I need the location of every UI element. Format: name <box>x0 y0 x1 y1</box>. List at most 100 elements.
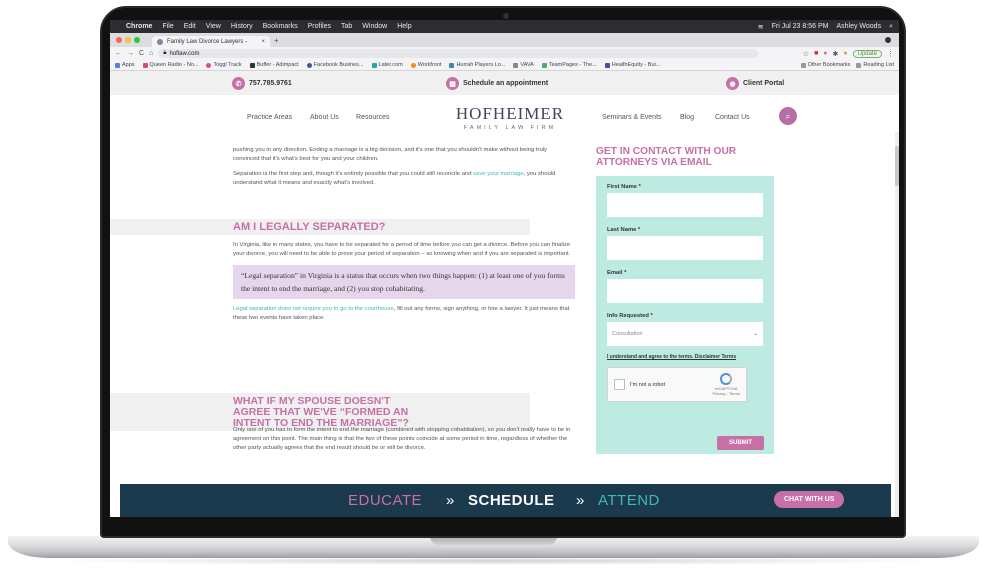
menu-edit[interactable]: Edit <box>184 23 196 30</box>
close-window-button[interactable] <box>116 37 122 43</box>
nav-practice-areas[interactable]: Practice Areas <box>247 114 292 121</box>
menu-profiles[interactable]: Profiles <box>308 23 331 30</box>
bookmark-label: TeamPages - The... <box>548 62 597 68</box>
terms-link[interactable]: I understand and agree to the terms. Dis… <box>607 354 763 360</box>
bookmark-label: Other Bookmarks <box>807 62 851 68</box>
save-marriage-link[interactable]: save your marriage <box>473 171 523 177</box>
bookmark-label: HealthEquity - Bui... <box>611 62 661 68</box>
search-button[interactable]: ⌕ <box>779 107 797 125</box>
bookmark-star-icon[interactable]: ☆ <box>803 50 809 58</box>
scrollbar-thumb[interactable] <box>895 146 899 186</box>
address-bar: ← → C ⌂ 🔒︎ hoflaw.com ☆ ■ ● ✱ ● Update ⋮ <box>110 47 899 60</box>
datetime[interactable]: Fri Jul 23 8:56 PM <box>772 23 829 31</box>
cta-schedule[interactable]: SCHEDULE <box>468 492 555 509</box>
scrollbar[interactable] <box>895 132 899 517</box>
bookmark-item[interactable]: Hurrah Players Lo... <box>449 62 505 68</box>
top-contact-strip: ✆ 757.785.9761 ▦ Schedule an appointment… <box>110 71 899 95</box>
maximize-window-button[interactable] <box>134 37 140 43</box>
avatar[interactable]: ● <box>843 50 847 57</box>
schedule-link[interactable]: ▦ Schedule an appointment <box>446 77 548 90</box>
bookmark-icon <box>371 62 377 68</box>
bookmark-item[interactable]: Queen Radio - No... <box>142 62 198 68</box>
reading-list[interactable]: Reading List <box>856 62 894 68</box>
nav-contact[interactable]: Contact Us <box>715 114 750 121</box>
bookmark-apps[interactable]: Apps <box>115 62 135 68</box>
search-icon[interactable]: ⌕ <box>889 23 893 31</box>
browser-tab[interactable]: Family Law Divorce Lawyers - × <box>152 36 270 47</box>
bookmark-icon <box>604 62 610 68</box>
menu-history[interactable]: History <box>231 23 253 30</box>
submit-button[interactable]: SUBMIT <box>717 436 764 450</box>
menu-window[interactable]: Window <box>362 23 387 30</box>
client-portal-link[interactable]: ◉ Client Portal <box>726 77 784 90</box>
nav-seminars[interactable]: Seminars & Events <box>602 114 662 121</box>
close-tab-icon[interactable]: × <box>261 39 265 45</box>
bookmark-item[interactable]: VAVA <box>513 62 534 68</box>
search-icon: ⌕ <box>785 110 791 121</box>
menu-tab[interactable]: Tab <box>341 23 352 30</box>
bookmark-icon <box>206 62 212 68</box>
logo-line1: HOFHEIMER <box>455 104 565 123</box>
url-field[interactable]: 🔒︎ hoflaw.com <box>158 49 759 58</box>
first-name-field[interactable] <box>607 193 763 217</box>
article-body-2: In Virginia, like in many states, you ha… <box>233 241 575 329</box>
menu-view[interactable]: View <box>206 23 221 30</box>
url-text: hoflaw.com <box>169 50 200 57</box>
heading-text: AM I LEGALLY SEPARATED? <box>233 221 386 233</box>
info-select[interactable]: Consultation ⌄ <box>607 322 763 346</box>
user-name[interactable]: Ashley Woods <box>836 23 881 31</box>
blockquote: “Legal separation” in Virginia is a stat… <box>233 265 575 299</box>
reading-list-icon <box>856 62 862 68</box>
update-button[interactable]: Update <box>852 49 882 58</box>
bookmark-item[interactable]: Facebook Busines... <box>306 62 364 68</box>
menu-file[interactable]: File <box>162 23 173 30</box>
bookmark-item[interactable]: Toggl Track <box>206 62 242 68</box>
back-icon[interactable]: ← <box>115 50 122 57</box>
nav-about-us[interactable]: About Us <box>310 114 339 121</box>
bookmark-label: Apps <box>122 62 135 68</box>
last-name-field[interactable] <box>607 236 763 260</box>
bookmark-item[interactable]: TeamPages - The... <box>541 62 597 68</box>
nav-resources[interactable]: Resources <box>356 114 389 121</box>
recaptcha-checkbox[interactable] <box>614 379 625 390</box>
bookmark-item[interactable]: HealthEquity - Bui... <box>604 62 661 68</box>
bookmark-label: VAVA <box>520 62 534 68</box>
extension-icon[interactable]: ● <box>823 50 827 57</box>
heading-text: WHAT IF MY SPOUSE DOESN'T AGREE THAT WE'… <box>233 395 409 429</box>
reload-icon[interactable]: C <box>139 50 144 57</box>
new-tab-button[interactable]: + <box>274 36 279 45</box>
bookmarks-bar: Apps Queen Radio - No... Toggl Track Buf… <box>110 60 899 71</box>
wifi-icon[interactable]: ≋ <box>758 23 764 31</box>
puzzle-icon[interactable]: ✱ <box>833 50 839 58</box>
bookmark-item[interactable]: Workfront <box>410 62 442 68</box>
cta-attend[interactable]: ATTEND <box>598 492 660 509</box>
scene: Chrome File Edit View History Bookmarks … <box>0 0 987 573</box>
minimize-window-button[interactable] <box>125 37 131 43</box>
forward-icon[interactable]: → <box>127 50 134 57</box>
home-icon[interactable]: ⌂ <box>149 50 153 57</box>
paragraph: In Virginia, like in many states, you ha… <box>233 242 571 257</box>
other-bookmarks[interactable]: Other Bookmarks <box>800 62 851 68</box>
text: Separation is the first step and, though… <box>233 171 474 177</box>
bookmark-item[interactable]: Buffer - Adimpact <box>249 62 299 68</box>
legal-separation-link[interactable]: Legal separation does not require you to… <box>233 306 394 312</box>
laptop-shadow <box>40 557 947 565</box>
menu-app[interactable]: Chrome <box>126 23 152 30</box>
menu-kebab-icon[interactable]: ⋮ <box>887 50 894 58</box>
lock-icon: ◉ <box>726 77 739 90</box>
site-logo[interactable]: HOFHEIMER FAMILY LAW FIRM <box>450 104 570 131</box>
chat-button[interactable]: CHAT WITH US <box>774 491 845 508</box>
email-field[interactable] <box>607 279 763 303</box>
bookmark-label: Workfront <box>417 62 442 68</box>
paragraph: Legal separation does not require you to… <box>233 305 575 323</box>
menu-help[interactable]: Help <box>397 23 411 30</box>
nav-blog[interactable]: Blog <box>680 114 694 121</box>
recaptcha-privacy[interactable]: Privacy - Terms <box>713 391 740 396</box>
phone-link[interactable]: ✆ 757.785.9761 <box>232 77 292 90</box>
bookmark-icon <box>142 62 148 68</box>
bookmark-item[interactable]: Later.com <box>371 62 403 68</box>
cta-educate[interactable]: EDUCATE <box>348 492 422 509</box>
profile-icon[interactable] <box>885 37 891 43</box>
menu-bookmarks[interactable]: Bookmarks <box>263 23 298 30</box>
extension-icon[interactable]: ■ <box>814 50 818 57</box>
